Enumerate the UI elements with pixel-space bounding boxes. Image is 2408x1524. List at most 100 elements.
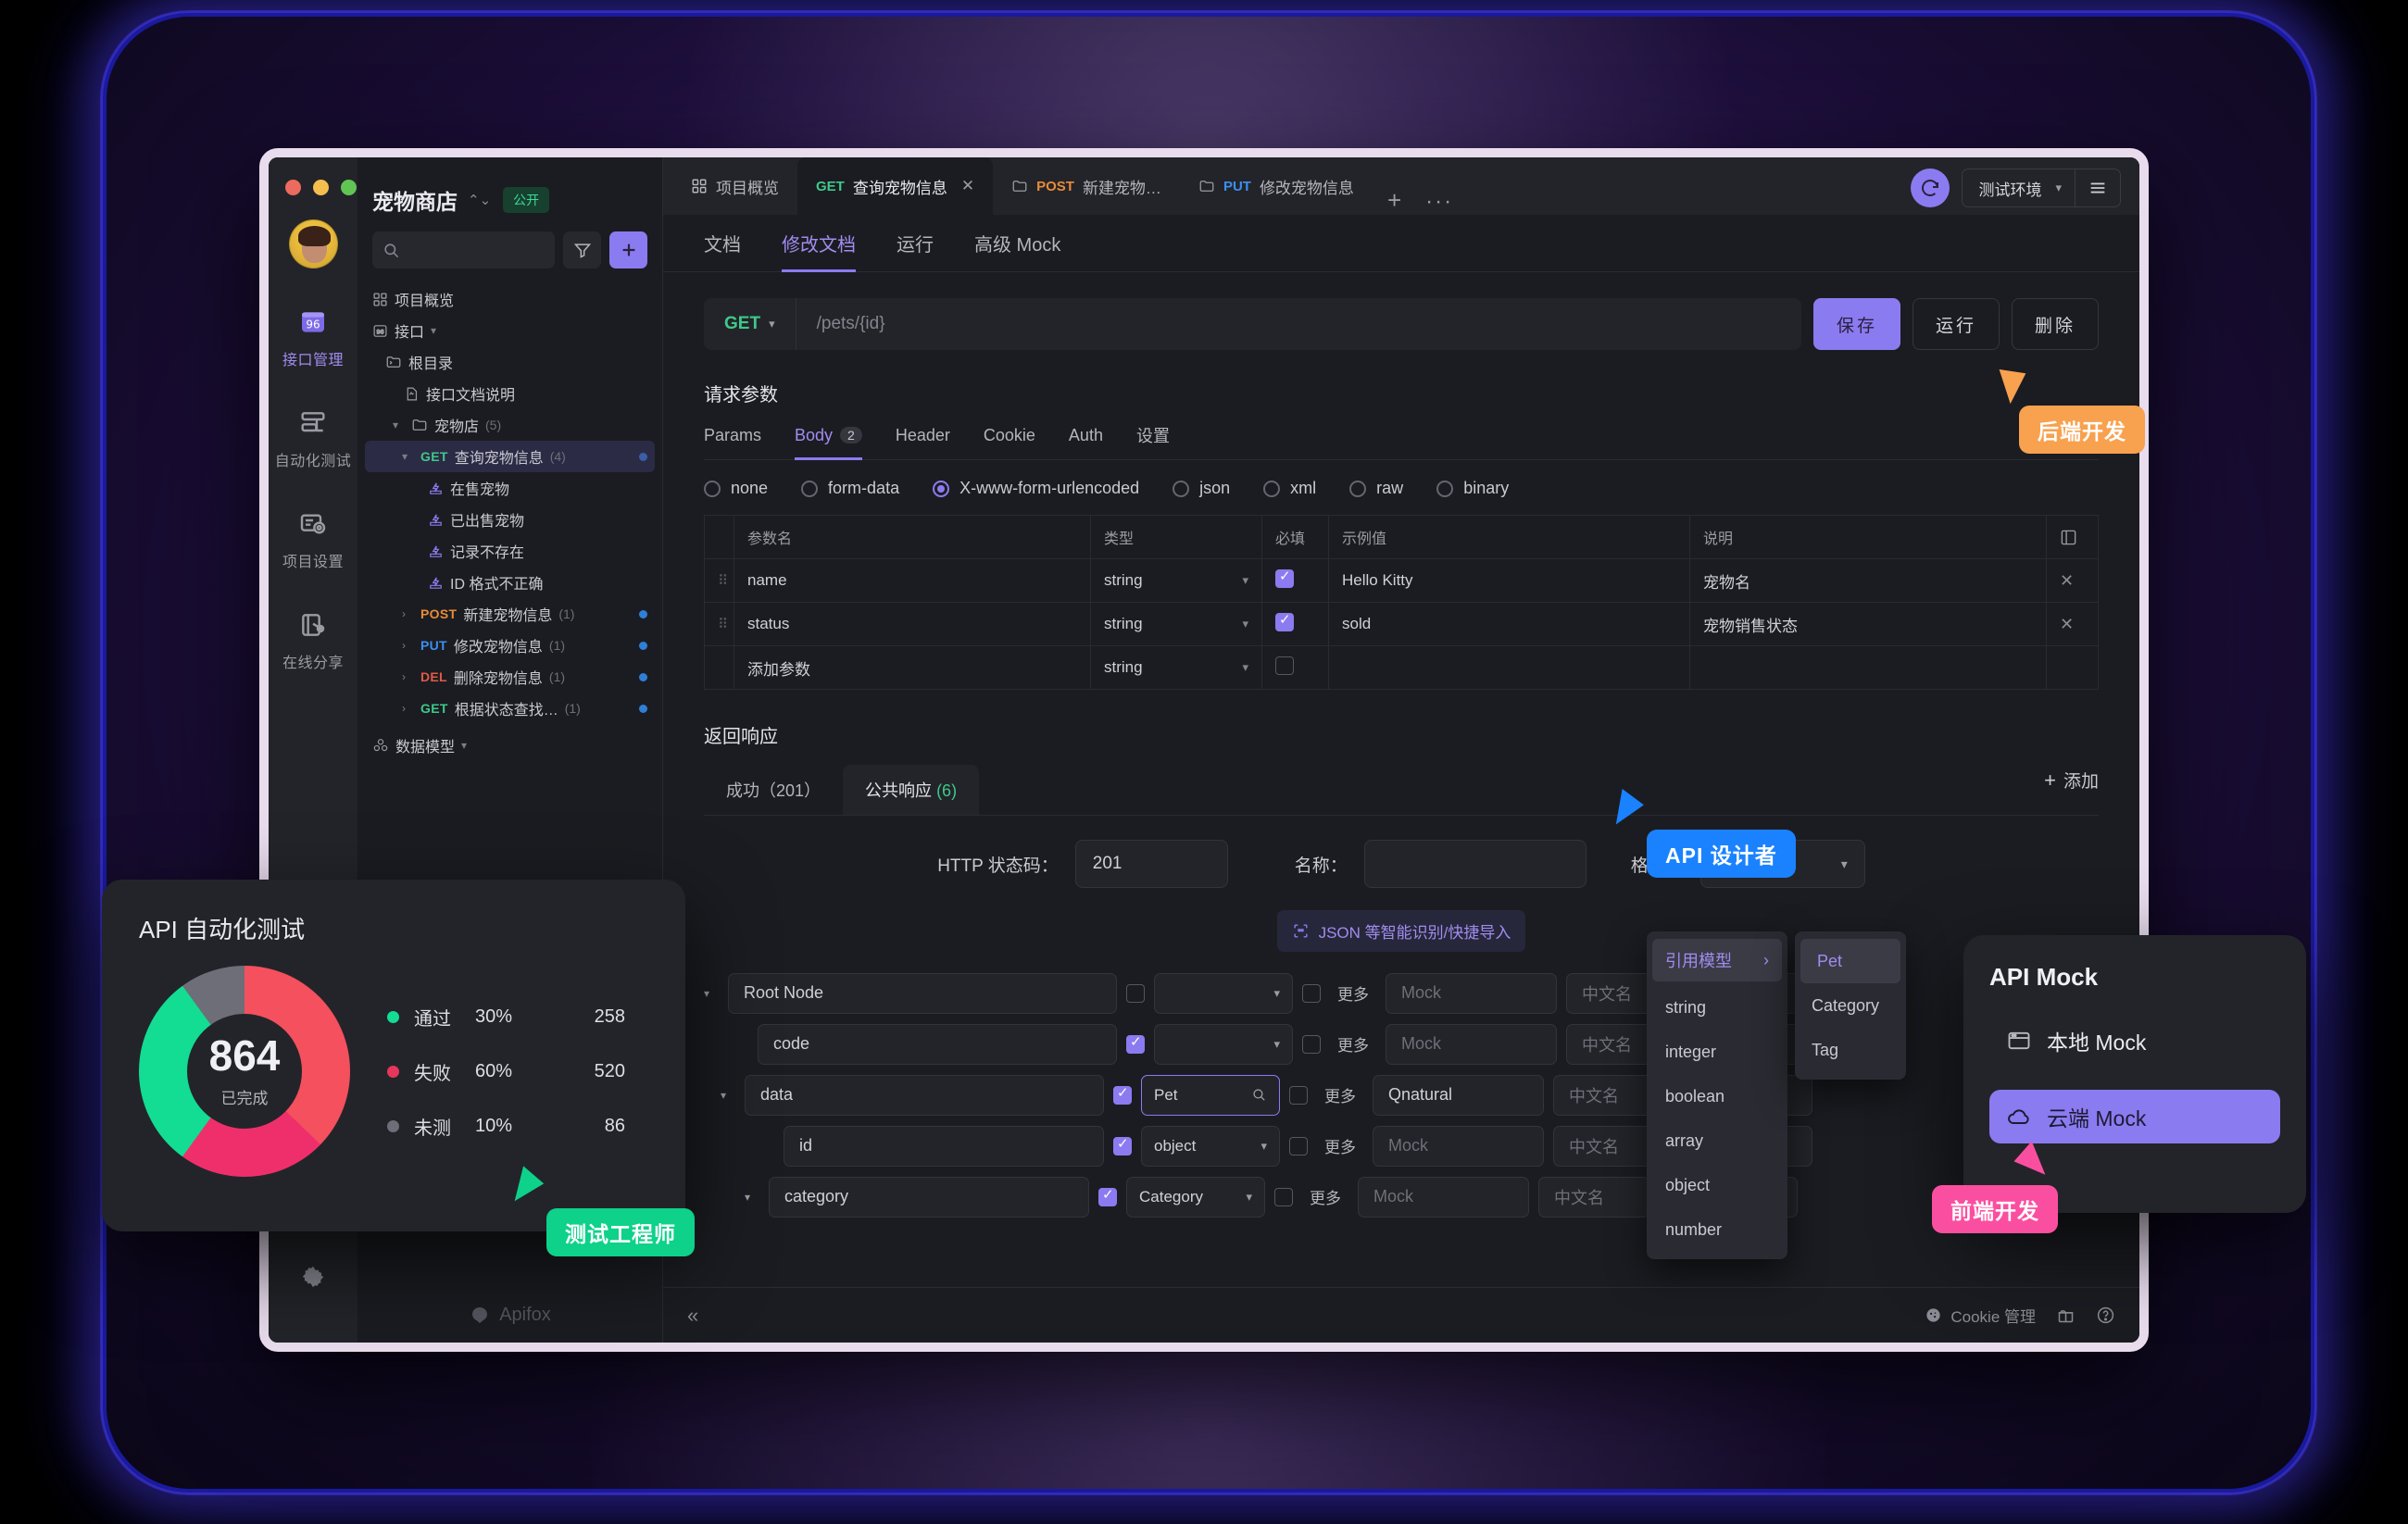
filter-button[interactable] xyxy=(563,231,601,269)
tree-item-overview[interactable]: 项目概览 xyxy=(365,283,655,315)
radio-xml[interactable]: xml xyxy=(1263,479,1316,498)
cell-new-param-name[interactable]: 添加参数 xyxy=(734,646,1091,690)
chevron-down-icon[interactable]: ▾ xyxy=(431,324,443,337)
schema-mock-input[interactable]: Mock xyxy=(1358,1177,1529,1218)
path-input[interactable]: /pets/{id} xyxy=(796,314,885,334)
environment-selector[interactable]: 测试环境 ▾ xyxy=(1962,169,2121,207)
checkbox-unchecked[interactable] xyxy=(1302,984,1321,1003)
tab-public-response[interactable]: 公共响应 (6) xyxy=(843,765,979,815)
schema-field-name[interactable]: data xyxy=(745,1075,1104,1116)
tab-overview[interactable]: 项目概览 xyxy=(672,157,797,215)
menu-item-boolean[interactable]: boolean xyxy=(1647,1074,1787,1118)
cell-param-name[interactable]: status xyxy=(734,603,1091,646)
checkbox-unchecked[interactable] xyxy=(1126,984,1145,1003)
radio-form-data[interactable]: form-data xyxy=(801,479,899,498)
remove-row-icon[interactable]: ✕ xyxy=(2060,571,2074,590)
submenu-item-pet[interactable]: Pet xyxy=(1800,939,1900,983)
schema-row-id[interactable]: id object▾ 更多 Mock 中文名 宠物ID编号 xyxy=(704,1125,2099,1167)
cell-required[interactable] xyxy=(1262,603,1329,646)
tree-item-pet-store-folder[interactable]: ▾ 宠物店 (5) xyxy=(365,409,655,441)
sync-button[interactable] xyxy=(1911,169,1950,207)
chevron-right-icon[interactable]: › xyxy=(402,670,414,683)
checkbox-checked[interactable] xyxy=(1113,1086,1132,1105)
schema-more-button[interactable]: 更多 xyxy=(1317,1134,1363,1157)
cell-desc[interactable]: 宠物名 xyxy=(1690,559,2047,603)
schema-mock-input[interactable]: Mock xyxy=(1386,1024,1557,1065)
schema-more-button[interactable]: 更多 xyxy=(1317,1083,1363,1106)
menu-item-number[interactable]: number xyxy=(1647,1207,1787,1252)
checkbox-unchecked[interactable] xyxy=(1275,656,1294,675)
schema-field-name[interactable]: code xyxy=(758,1024,1117,1065)
tab-doc[interactable]: 文档 xyxy=(704,215,741,272)
chevron-right-icon[interactable]: › xyxy=(402,639,414,652)
tree-item-update-pet[interactable]: › PUT 修改宠物信息 (1) xyxy=(365,630,655,661)
checkbox-unchecked[interactable] xyxy=(1289,1086,1308,1105)
col-header-settings[interactable] xyxy=(2047,516,2099,559)
tree-item-case-3[interactable]: 记录不存在 xyxy=(365,535,655,567)
checkbox-checked[interactable] xyxy=(1275,569,1294,588)
chevron-right-icon[interactable]: › xyxy=(402,607,414,620)
close-icon[interactable] xyxy=(285,180,301,195)
remove-row-icon[interactable]: ✕ xyxy=(2060,615,2074,633)
schema-mock-input[interactable]: Mock xyxy=(1386,973,1557,1014)
menu-header-reference-model[interactable]: 引用模型 › xyxy=(1652,939,1782,981)
cookie-manage-button[interactable]: Cookie 管理 xyxy=(1925,1304,2036,1327)
chevron-down-icon[interactable]: ▾ xyxy=(721,1089,735,1102)
url-box[interactable]: GET ▾ /pets/{id} xyxy=(704,298,1801,350)
drag-handle[interactable]: ⠿ xyxy=(718,573,727,589)
window-controls[interactable] xyxy=(285,180,357,195)
schema-mock-input[interactable]: Mock xyxy=(1373,1126,1544,1167)
mock-item-local[interactable]: 本地 Mock xyxy=(1989,1014,2280,1068)
schema-more-button[interactable]: 更多 xyxy=(1330,1032,1376,1056)
tab-run[interactable]: 运行 xyxy=(897,215,934,272)
tree-item-delete-pet[interactable]: › DEL 删除宠物信息 (1) xyxy=(365,661,655,693)
checkbox-checked[interactable] xyxy=(1126,1035,1145,1054)
menu-item-string[interactable]: string xyxy=(1647,985,1787,1030)
checkbox-checked[interactable] xyxy=(1275,613,1294,631)
http-code-input[interactable]: 201 xyxy=(1075,840,1228,888)
tree-item-api-doc[interactable]: 接口文档说明 xyxy=(365,378,655,409)
json-import-hint[interactable]: JSON 等智能识别/快捷导入 xyxy=(1277,910,1526,952)
tree-item-data-model[interactable]: 数据模型 ▾ xyxy=(365,730,655,761)
tab-header[interactable]: Header xyxy=(896,423,950,459)
tree-item-case-2[interactable]: 已出售宠物 xyxy=(365,504,655,535)
cell-param-type[interactable]: string▾ xyxy=(1091,603,1262,646)
tab-advanced-mock[interactable]: 高级 Mock xyxy=(974,215,1060,272)
avatar[interactable] xyxy=(289,219,338,269)
tab-cookie[interactable]: Cookie xyxy=(984,423,1035,459)
chevron-down-icon[interactable]: ▾ xyxy=(402,450,414,463)
schema-type-select[interactable]: ▾ xyxy=(1154,1024,1293,1065)
chevron-down-icon[interactable]: ▾ xyxy=(745,1191,759,1204)
add-button[interactable] xyxy=(609,231,647,269)
collapse-icon[interactable]: « xyxy=(687,1304,698,1328)
radio-json[interactable]: json xyxy=(1173,479,1230,498)
cell-param-type[interactable]: string▾ xyxy=(1091,559,1262,603)
search-input[interactable] xyxy=(372,231,555,269)
model-submenu[interactable]: Pet Category Tag xyxy=(1795,931,1906,1080)
tree-item-case-4[interactable]: ID 格式不正确 xyxy=(365,567,655,598)
hamburger-icon[interactable] xyxy=(2076,178,2120,198)
help-icon[interactable] xyxy=(2096,1305,2115,1325)
checkbox-unchecked[interactable] xyxy=(1302,1035,1321,1054)
gear-icon[interactable] xyxy=(299,1263,327,1291)
tab-settings[interactable]: 设置 xyxy=(1136,423,1170,459)
minimize-icon[interactable] xyxy=(313,180,329,195)
table-row-new[interactable]: 添加参数 string▾ xyxy=(705,646,2099,690)
cell-example[interactable]: sold xyxy=(1329,603,1690,646)
table-row[interactable]: ⠿ name string▾ Hello Kitty 宠物名 ✕ xyxy=(705,559,2099,603)
schema-mock-input[interactable]: Qnatural xyxy=(1373,1075,1544,1116)
tree-item-find-by-status[interactable]: › GET 根据状态查找… (1) xyxy=(365,693,655,724)
menu-item-object[interactable]: object xyxy=(1647,1163,1787,1207)
mock-item-cloud[interactable]: 云端 Mock xyxy=(1989,1090,2280,1143)
schema-more-button[interactable]: 更多 xyxy=(1330,981,1376,1005)
cell-example[interactable]: Hello Kitty xyxy=(1329,559,1690,603)
schema-type-select[interactable]: Category▾ xyxy=(1126,1177,1265,1218)
tab-create-pet[interactable]: POST 新建宠物… xyxy=(993,157,1180,215)
rail-item-project-settings[interactable]: 项目设置 xyxy=(269,507,357,571)
type-dropdown-menu[interactable]: 引用模型 › string integer boolean array obje… xyxy=(1647,931,1787,1259)
checkbox-checked[interactable] xyxy=(1113,1137,1132,1155)
checkbox-checked[interactable] xyxy=(1098,1188,1117,1206)
chevron-down-icon[interactable]: ▾ xyxy=(704,987,719,1000)
checkbox-unchecked[interactable] xyxy=(1289,1137,1308,1155)
schema-field-name[interactable]: Root Node xyxy=(728,973,1117,1014)
